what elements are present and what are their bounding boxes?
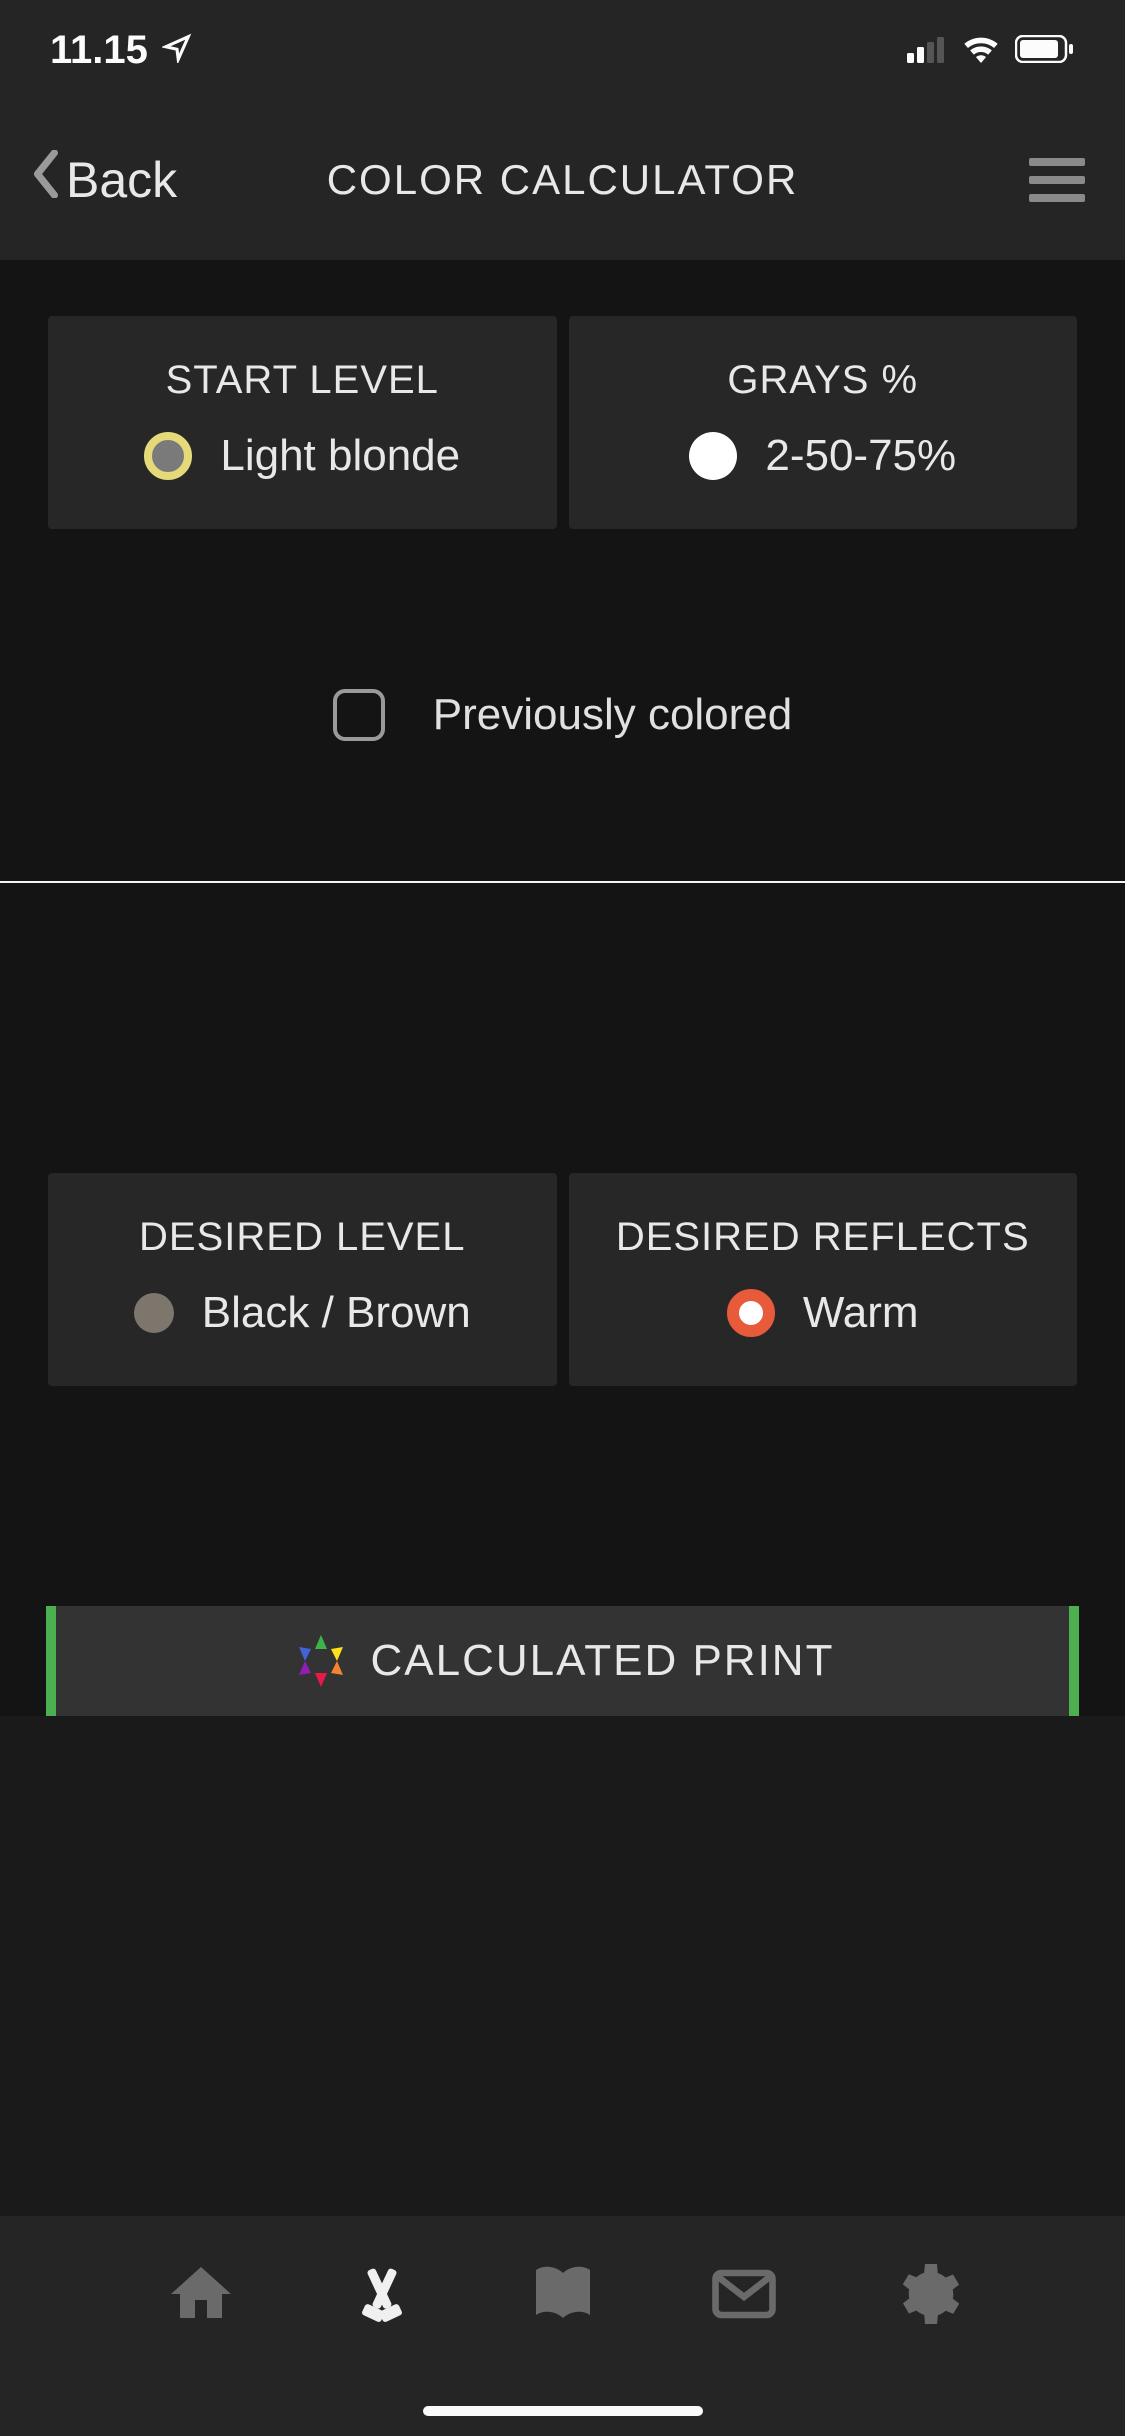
tab-tools[interactable] bbox=[342, 2256, 422, 2336]
previously-colored-row: Previously colored bbox=[0, 529, 1125, 881]
start-level-title: START LEVEL bbox=[68, 358, 537, 403]
tab-settings[interactable] bbox=[885, 2256, 965, 2336]
tab-book[interactable] bbox=[523, 2256, 603, 2336]
calculate-button[interactable]: CALCULATED PRINT bbox=[46, 1606, 1079, 1716]
status-time: 11.15 bbox=[50, 28, 148, 73]
desired-level-value: Black / Brown bbox=[202, 1288, 471, 1338]
back-label: Back bbox=[66, 151, 177, 209]
input-row-1: START LEVEL Light blonde GRAYS % 2-50-75… bbox=[0, 260, 1125, 529]
desired-reflects-card[interactable]: DESIRED REFLECTS Warm bbox=[569, 1173, 1078, 1386]
back-button[interactable]: Back bbox=[30, 150, 177, 210]
desired-reflects-title: DESIRED REFLECTS bbox=[589, 1215, 1058, 1260]
tab-mail[interactable] bbox=[704, 2256, 784, 2336]
page-title: COLOR CALCULATOR bbox=[327, 156, 799, 204]
desired-level-swatch bbox=[134, 1293, 174, 1333]
battery-icon bbox=[1015, 28, 1075, 73]
desired-level-card[interactable]: DESIRED LEVEL Black / Brown bbox=[48, 1173, 557, 1386]
status-bar: 11.15 bbox=[0, 0, 1125, 100]
desired-level-title: DESIRED LEVEL bbox=[68, 1215, 537, 1260]
book-icon bbox=[527, 2258, 599, 2335]
desired-reflects-swatch bbox=[727, 1289, 775, 1337]
main-content: START LEVEL Light blonde GRAYS % 2-50-75… bbox=[0, 260, 1125, 1716]
grays-swatch bbox=[689, 432, 737, 480]
desired-reflects-value-row: Warm bbox=[589, 1288, 1058, 1338]
brushes-icon bbox=[346, 2258, 418, 2335]
start-level-value-row: Light blonde bbox=[68, 431, 537, 481]
wifi-icon bbox=[961, 28, 1001, 73]
spacer bbox=[0, 883, 1125, 1173]
bottom-tab-bar bbox=[0, 2216, 1125, 2436]
grays-value: 2-50-75% bbox=[765, 431, 956, 481]
home-icon bbox=[165, 2258, 237, 2335]
calculate-button-label: CALCULATED PRINT bbox=[371, 1636, 835, 1686]
status-left: 11.15 bbox=[50, 28, 192, 73]
calculate-button-wrap: CALCULATED PRINT bbox=[46, 1606, 1079, 1716]
start-level-card[interactable]: START LEVEL Light blonde bbox=[48, 316, 557, 529]
menu-button[interactable] bbox=[1029, 158, 1085, 202]
location-icon bbox=[162, 28, 192, 73]
gear-icon bbox=[889, 2258, 961, 2335]
previously-colored-label: Previously colored bbox=[433, 690, 793, 740]
grays-card[interactable]: GRAYS % 2-50-75% bbox=[569, 316, 1078, 529]
home-indicator bbox=[423, 2406, 703, 2416]
previously-colored-checkbox[interactable] bbox=[333, 689, 385, 741]
grays-value-row: 2-50-75% bbox=[589, 431, 1058, 481]
mail-icon bbox=[708, 2258, 780, 2335]
color-wheel-icon bbox=[291, 1631, 351, 1691]
start-level-swatch bbox=[144, 432, 192, 480]
chevron-left-icon bbox=[30, 150, 62, 210]
cellular-icon bbox=[907, 28, 947, 73]
status-right bbox=[907, 28, 1075, 73]
grays-title: GRAYS % bbox=[589, 358, 1058, 403]
start-level-value: Light blonde bbox=[220, 431, 460, 481]
tab-home[interactable] bbox=[161, 2256, 241, 2336]
app-header: Back COLOR CALCULATOR bbox=[0, 100, 1125, 260]
desired-level-value-row: Black / Brown bbox=[68, 1288, 537, 1338]
desired-reflects-value: Warm bbox=[803, 1288, 919, 1338]
input-row-2: DESIRED LEVEL Black / Brown DESIRED REFL… bbox=[0, 1173, 1125, 1386]
